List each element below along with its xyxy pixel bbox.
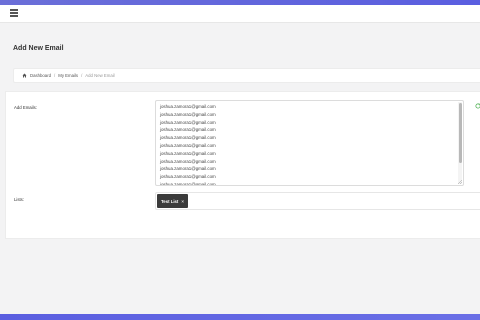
list-tag: Test List × <box>157 194 188 208</box>
email-line: joshua.zamora1@gmail.com <box>160 142 216 148</box>
breadcrumb-separator: / <box>54 73 56 78</box>
breadcrumb: Dashboard / My Emails / Add New Email <box>13 68 480 83</box>
emails-scrollbar-thumb[interactable] <box>459 103 462 163</box>
emails-list: joshua.zamora1@gmail.com joshua.zamora1@g… <box>160 103 216 186</box>
email-line: joshua.zamora1@gmail.com <box>160 127 216 133</box>
email-line: joshua.zamora1@gmail.com <box>160 158 216 164</box>
remove-tag-icon[interactable]: × <box>181 199 184 204</box>
email-line: joshua.zamora1@gmail.com <box>160 174 216 180</box>
emails-label: Add Emails: <box>14 105 37 110</box>
refresh-icon[interactable] <box>475 103 480 109</box>
email-line: joshua.zamora1@gmail.com <box>160 104 216 109</box>
emails-textarea[interactable]: joshua.zamora1@gmail.com joshua.zamora1@g… <box>155 100 464 186</box>
breadcrumb-dashboard[interactable]: Dashboard <box>30 73 51 78</box>
email-line: joshua.zamora1@gmail.com <box>160 135 216 141</box>
email-line: joshua.zamora1@gmail.com <box>160 150 216 156</box>
list-tag-label: Test List <box>161 198 179 204</box>
breadcrumb-separator: / <box>81 73 83 78</box>
email-line: joshua.zamora1@gmail.com <box>160 111 216 117</box>
home-icon[interactable] <box>22 73 27 78</box>
top-navbar <box>0 5 480 23</box>
resize-grip-icon[interactable] <box>458 180 462 184</box>
form-card: Add Emails: joshua.zamora1@gmail.com josh… <box>5 91 480 239</box>
email-line: joshua.zamora1@gmail.com <box>160 181 216 186</box>
page-title: Add New Email <box>13 45 64 52</box>
breadcrumb-my-emails[interactable]: My Emails <box>58 73 78 78</box>
lists-label: Lists: <box>14 197 25 202</box>
bottom-accent-bar <box>0 314 480 320</box>
breadcrumb-current: Add New Email <box>85 73 115 78</box>
lists-select[interactable]: Test List × <box>155 192 480 210</box>
hamburger-menu-icon[interactable] <box>10 9 18 17</box>
email-line: joshua.zamora1@gmail.com <box>160 166 216 172</box>
email-line: joshua.zamora1@gmail.com <box>160 119 216 125</box>
